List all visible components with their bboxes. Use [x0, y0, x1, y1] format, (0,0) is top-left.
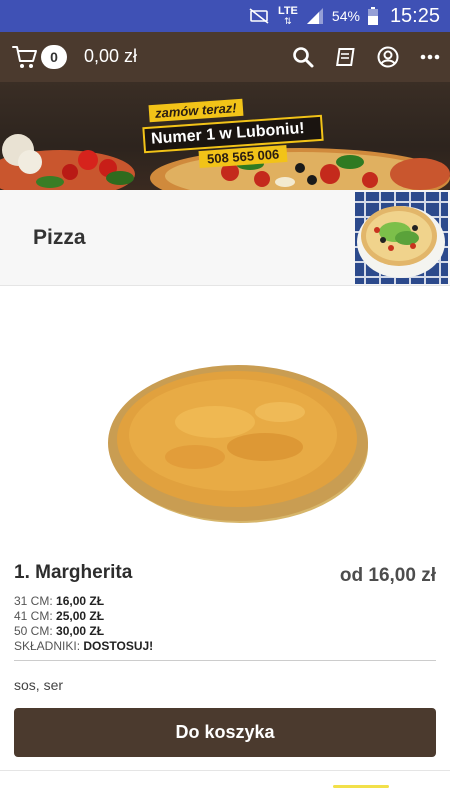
clock: 15:25: [389, 4, 440, 27]
book-icon[interactable]: [333, 45, 357, 69]
product-description: sos, ser: [14, 677, 64, 693]
customize-link[interactable]: DOSTOSUJ!: [83, 639, 153, 653]
cart-count-badge[interactable]: 0: [41, 45, 67, 69]
search-icon[interactable]: [291, 45, 315, 69]
promo-banner[interactable]: zamów teraz! Numer 1 w Luboniu! 508 565 …: [0, 82, 450, 190]
battery-percent: 54%: [331, 8, 360, 24]
ingredients-label: SKŁADNIKI:: [14, 639, 81, 653]
status-bar: LTE ⇅ 54% 15:25: [0, 0, 450, 32]
mute-icon: [249, 8, 269, 24]
app-header: 0 0,00 zł: [0, 32, 450, 82]
product-name[interactable]: 1. Margherita: [14, 562, 132, 584]
category-title: Pizza: [33, 226, 86, 249]
category-thumbnail-image: [355, 192, 448, 284]
size-price-list: 31 CM: 16,00 ZŁ 41 CM: 25,00 ZŁ 50 CM: 3…: [14, 594, 153, 654]
status-bar-right: LTE ⇅ 54% 15:25: [248, 0, 440, 32]
product-image[interactable]: [65, 297, 385, 542]
divider: [14, 660, 436, 661]
product-card: 1. Margherita od 16,00 zł 31 CM: 16,00 Z…: [0, 287, 450, 777]
next-product-card: [0, 770, 450, 800]
size-label: 50 CM:: [14, 624, 53, 638]
product-price: od 16,00 zł: [339, 565, 436, 586]
size-price: 30,00 ZŁ: [56, 624, 105, 638]
size-row: 41 CM: 25,00 ZŁ: [14, 609, 153, 624]
signal-icon: [306, 8, 323, 24]
account-icon[interactable]: [376, 45, 400, 69]
cart-total[interactable]: 0,00 zł: [84, 46, 137, 67]
size-label: 41 CM:: [14, 609, 53, 623]
category-header[interactable]: Pizza: [0, 190, 450, 286]
size-price: 16,00 ZŁ: [56, 594, 105, 608]
add-to-cart-button[interactable]: Do koszyka: [14, 708, 436, 757]
banner-small-text: zamów teraz!: [148, 98, 244, 123]
data-arrows-icon: ⇅: [284, 16, 292, 26]
size-row: 50 CM: 30,00 ZŁ: [14, 624, 153, 639]
size-label: 31 CM:: [14, 594, 53, 608]
size-price: 25,00 ZŁ: [56, 609, 105, 623]
more-icon[interactable]: [418, 45, 442, 69]
network-type: LTE ⇅: [278, 6, 298, 27]
battery-icon: [367, 7, 378, 25]
cart-icon[interactable]: [12, 44, 38, 70]
next-product-image-edge: [333, 785, 389, 788]
banner-promo-text: zamów teraz! Numer 1 w Luboniu! 508 565 …: [142, 98, 324, 169]
size-row: 31 CM: 16,00 ZŁ: [14, 594, 153, 609]
ingredients-row: SKŁADNIKI: DOSTOSUJ!: [14, 639, 153, 654]
